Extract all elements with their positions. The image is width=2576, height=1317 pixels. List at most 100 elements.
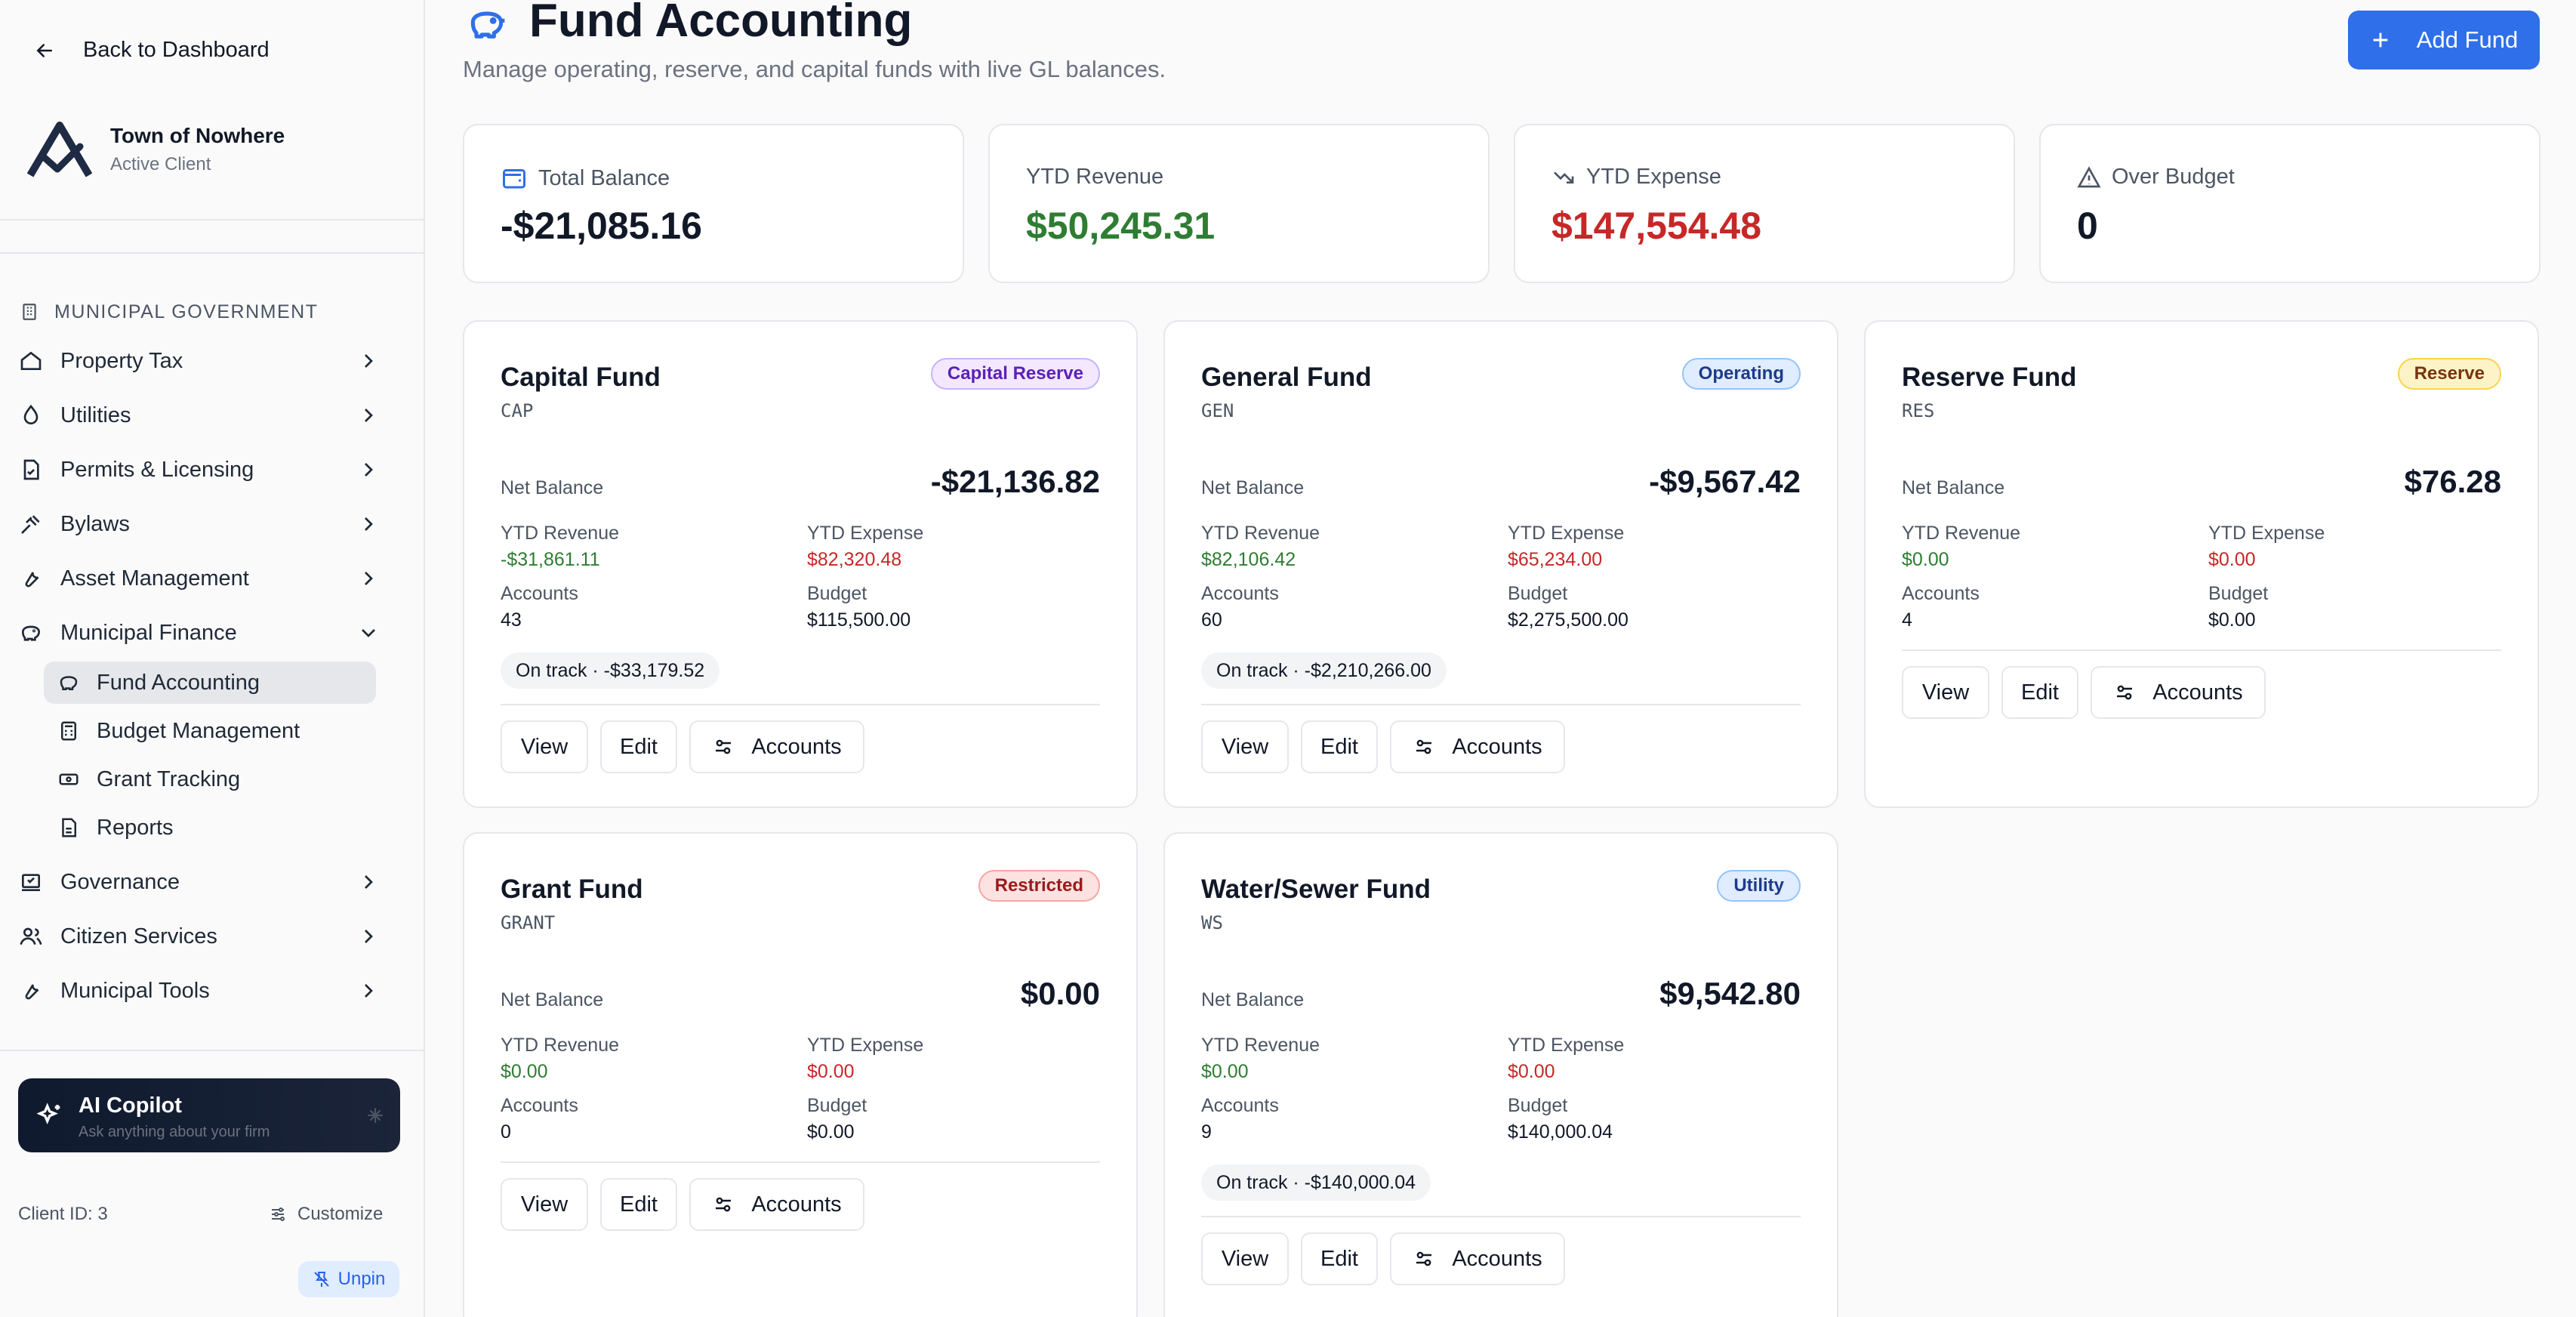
sidebar-sub-reports[interactable]: Reports	[44, 807, 376, 849]
ytd-expense: YTD Expense $82,320.48	[807, 523, 924, 570]
divider	[501, 704, 1100, 705]
net-balance-label: Net Balance	[1902, 477, 2005, 498]
edit-button[interactable]: Edit	[1301, 720, 1378, 773]
sidebar-item-governance[interactable]: Governance	[18, 861, 403, 903]
page-title: Fund Accounting	[529, 0, 913, 47]
piggy-bank-icon	[470, 11, 505, 39]
back-to-dashboard-link[interactable]: Back to Dashboard	[33, 38, 270, 63]
divider	[0, 252, 425, 254]
piggy-bank-icon	[18, 620, 44, 646]
fund-card-water-sewer: Water/Sewer Fund WS Utility Net Balance …	[1163, 832, 1838, 1317]
fund-name: Grant Fund	[501, 874, 643, 904]
net-balance-label: Net Balance	[501, 989, 604, 1010]
budget: Budget $140,000.04	[1508, 1095, 1613, 1143]
edit-button[interactable]: Edit	[1301, 1232, 1378, 1285]
accounts-count: Accounts 4	[1902, 583, 1980, 631]
edit-button[interactable]: Edit	[600, 720, 677, 773]
budget: Budget $115,500.00	[807, 583, 911, 631]
divider	[1201, 1216, 1801, 1217]
view-button[interactable]: View	[1902, 666, 1989, 719]
client-status: Active Client	[110, 154, 211, 174]
pin-off-icon	[313, 1272, 329, 1287]
chevron-right-icon	[365, 517, 373, 531]
view-button[interactable]: View	[501, 720, 588, 773]
net-balance-value: $9,542.80	[1659, 976, 1801, 1011]
accounts-button[interactable]: Accounts	[2091, 666, 2266, 719]
divider	[501, 1161, 1100, 1163]
client-name: Town of Nowhere	[110, 124, 285, 147]
chevron-right-icon	[365, 354, 373, 368]
sidebar-item-citizen-services[interactable]: Citizen Services	[18, 915, 403, 958]
sidebar-item-municipal-finance[interactable]: Municipal Finance	[18, 612, 403, 654]
piggy-bank-icon	[57, 671, 80, 694]
main-content: Fund Accounting Manage operating, reserv…	[425, 0, 2576, 1317]
status-pill: On track · -$33,179.52	[501, 652, 720, 689]
divider	[0, 1050, 425, 1051]
section-label: MUNICIPAL GOVERNMENT	[20, 301, 318, 323]
file-check-icon	[18, 457, 44, 483]
chevron-right-icon	[365, 572, 373, 585]
accounts-count: Accounts 43	[501, 583, 578, 631]
client-brand[interactable]: Town of Nowhere Active Client	[27, 119, 285, 180]
calculator-icon	[57, 720, 80, 742]
accounts-button[interactable]: Accounts	[1390, 720, 1565, 773]
net-balance-value: -$21,136.82	[930, 464, 1100, 499]
add-fund-button[interactable]: Add Fund	[2348, 11, 2540, 69]
page-subtitle: Manage operating, reserve, and capital f…	[463, 56, 1166, 82]
ai-copilot-button[interactable]: AI Copilot Ask anything about your firm	[18, 1078, 400, 1152]
fund-type-badge: Reserve	[2397, 358, 2501, 390]
chevron-right-icon	[365, 409, 373, 422]
stat-value: 0	[2077, 205, 2098, 247]
stat-value: $50,245.31	[1026, 205, 1216, 247]
ytd-revenue: YTD Revenue $0.00	[1902, 523, 2021, 570]
accounts-button[interactable]: Accounts	[1390, 1232, 1565, 1285]
fund-card-capital: Capital Fund CAP Capital Reserve Net Bal…	[463, 320, 1138, 808]
divider	[1201, 704, 1801, 705]
net-balance-value: -$9,567.42	[1649, 464, 1801, 499]
sidebar-item-property-tax[interactable]: Property Tax	[18, 340, 403, 382]
file-text-icon	[57, 816, 80, 839]
fund-code: RES	[1902, 400, 1935, 421]
accounts-button[interactable]: Accounts	[689, 720, 864, 773]
sidebar-item-asset-management[interactable]: Asset Management	[18, 557, 403, 600]
fund-code: CAP	[501, 400, 534, 421]
fund-name: Capital Fund	[501, 362, 661, 392]
back-label: Back to Dashboard	[83, 38, 270, 62]
banknote-icon	[57, 768, 80, 791]
view-button[interactable]: View	[1201, 1232, 1289, 1285]
sidebar-sub-budget-management[interactable]: Budget Management	[44, 710, 376, 752]
stat-value: -$21,085.16	[501, 205, 702, 247]
view-button[interactable]: View	[1201, 720, 1289, 773]
client-logo	[27, 122, 92, 177]
fund-type-badge: Utility	[1717, 870, 1801, 902]
budget: Budget $2,275,500.00	[1508, 583, 1628, 631]
view-button[interactable]: View	[501, 1178, 588, 1231]
chevron-right-icon	[365, 930, 373, 943]
chevron-down-icon	[362, 629, 375, 637]
sparkles-icon	[36, 1103, 60, 1124]
sliders-icon	[1416, 1251, 1432, 1266]
sidebar-sub-fund-accounting[interactable]: Fund Accounting	[44, 662, 376, 704]
sidebar-item-utilities[interactable]: Utilities	[18, 394, 403, 436]
fund-name: General Fund	[1201, 362, 1372, 392]
budget: Budget $0.00	[2208, 583, 2269, 631]
copilot-subtitle: Ask anything about your firm	[79, 1124, 270, 1140]
sidebar-item-bylaws[interactable]: Bylaws	[18, 503, 403, 545]
unpin-button[interactable]: Unpin	[298, 1261, 399, 1297]
stat-ytd-expense: YTD Expense $147,554.48	[1514, 124, 2015, 283]
sidebar: Back to Dashboard Town of Nowhere Active…	[0, 0, 425, 1317]
customize-button[interactable]: Customize	[269, 1204, 383, 1225]
edit-button[interactable]: Edit	[2001, 666, 2078, 719]
gavel-icon	[18, 511, 44, 537]
sliders-icon	[1416, 739, 1432, 754]
sidebar-sub-grant-tracking[interactable]: Grant Tracking	[44, 758, 376, 800]
edit-button[interactable]: Edit	[600, 1178, 677, 1231]
sidebar-item-municipal-tools[interactable]: Municipal Tools	[18, 970, 403, 1012]
stat-value: $147,554.48	[1551, 205, 1762, 247]
net-balance-label: Net Balance	[501, 477, 604, 498]
accounts-button[interactable]: Accounts	[689, 1178, 864, 1231]
net-balance-value: $76.28	[2404, 464, 2501, 499]
sidebar-item-permits[interactable]: Permits & Licensing	[18, 449, 403, 491]
ytd-revenue: YTD Revenue $0.00	[501, 1035, 620, 1082]
chevron-right-icon	[365, 875, 373, 889]
